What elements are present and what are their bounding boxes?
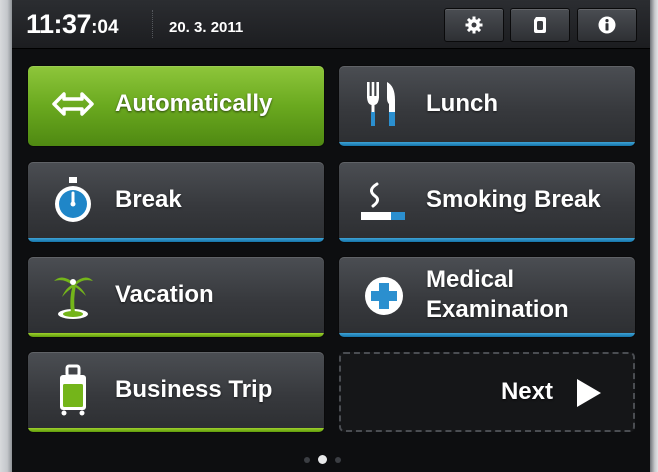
tile-label: Business Trip [115, 376, 273, 403]
tile-label: Medical Examination [426, 266, 569, 323]
tile-underline [339, 333, 635, 337]
page-dot[interactable] [335, 456, 341, 463]
info-icon [598, 16, 616, 34]
break-button[interactable]: Break [28, 162, 324, 242]
card-icon [534, 17, 546, 33]
medical-examination-button[interactable]: Medical Examination [339, 257, 635, 337]
tile-underline [28, 428, 324, 432]
tile-underline [339, 142, 635, 146]
page-dot[interactable] [304, 456, 310, 463]
tile-underline [28, 333, 324, 337]
palm-tree-icon [54, 277, 93, 319]
clock-hours-minutes: 11:37 [26, 9, 92, 39]
gear-icon [465, 16, 483, 34]
medical-cross-icon [365, 277, 403, 315]
vacation-button[interactable]: Vacation [28, 257, 324, 337]
tile-underline [28, 238, 324, 242]
next-label: Next [500, 378, 553, 405]
divider [152, 10, 154, 38]
date-label: 20. 3. 2011 [169, 19, 244, 36]
fork-knife-icon [367, 82, 395, 126]
business-trip-button[interactable]: Business Trip [28, 352, 324, 432]
info-button[interactable] [577, 8, 637, 42]
automatically-button[interactable]: Automatically [28, 66, 324, 146]
play-arrow-icon [577, 379, 601, 407]
cigarette-icon [361, 182, 405, 220]
next-button[interactable]: Next [339, 352, 635, 432]
card-button[interactable] [510, 8, 570, 42]
suitcase-icon [60, 364, 86, 416]
device-frame-left [0, 0, 12, 472]
tile-label: Lunch [426, 90, 498, 117]
stopwatch-icon [55, 177, 91, 222]
tile-label: Break [115, 186, 182, 213]
lunch-button[interactable]: Lunch [339, 66, 635, 146]
tile-underline [339, 238, 635, 242]
swap-arrows-icon [52, 92, 94, 116]
settings-button[interactable] [444, 8, 504, 42]
tile-label: Vacation [115, 281, 214, 308]
smoking-break-button[interactable]: Smoking Break [339, 162, 635, 242]
tile-label: Automatically [115, 90, 273, 117]
clock: 11:37:04 [26, 9, 119, 40]
device-frame-right [650, 0, 658, 472]
page-indicator [304, 455, 341, 464]
tile-label: Smoking Break [426, 186, 601, 213]
status-bar: 11:37:04 20. 3. 2011 [12, 0, 650, 49]
page-dot-current[interactable] [318, 455, 327, 464]
clock-seconds: :04 [91, 17, 119, 38]
